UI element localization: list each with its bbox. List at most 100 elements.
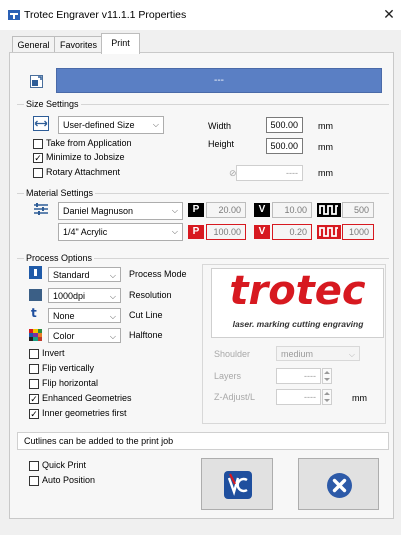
zadjust-spinner bbox=[322, 389, 332, 405]
chevron-down-icon: ⌵ bbox=[152, 120, 159, 129]
window-title: Trotec Engraver v11.1.1 Properties bbox=[24, 9, 187, 21]
layers-label: Layers bbox=[214, 371, 242, 381]
minimize-to-jobsize-label: Minimize to Jobsize bbox=[46, 152, 125, 162]
frequency-red-icon bbox=[317, 225, 341, 239]
zadjust-input: ---- bbox=[276, 389, 321, 405]
tab-favorites[interactable]: Favorites bbox=[54, 36, 103, 53]
info-bar: Cutlines can be added to the print job bbox=[17, 432, 389, 450]
size-mode-select[interactable]: User-defined Size ⌵ bbox=[58, 116, 164, 134]
power-badge-red-icon: P bbox=[188, 225, 204, 239]
chevron-down-icon: ⌵ bbox=[109, 312, 116, 321]
frequency-icon bbox=[317, 203, 341, 217]
inner-geometries-first-label: Inner geometries first bbox=[42, 408, 127, 418]
rotary-unit: mm bbox=[318, 168, 333, 178]
flip-horizontal-label: Flip horizontal bbox=[42, 378, 99, 388]
velocity-field: 10.00 bbox=[272, 202, 312, 218]
velocity-badge-icon: V bbox=[254, 203, 270, 217]
shoulder-value: medium bbox=[281, 349, 314, 359]
close-icon[interactable]: ✕ bbox=[382, 6, 396, 23]
zadjust-label: Z-Adjust/L bbox=[214, 392, 256, 402]
power-field-2: 100.00 bbox=[206, 224, 246, 240]
quick-print-checkbox[interactable] bbox=[29, 461, 39, 471]
chevron-down-icon: ⌵ bbox=[109, 332, 116, 341]
trotec-logo: trotec laser. marking cutting engraving bbox=[211, 268, 384, 338]
flip-horizontal-checkbox[interactable] bbox=[29, 379, 39, 389]
info-message: Cutlines can be added to the print job bbox=[24, 436, 174, 446]
halftone-icon bbox=[29, 329, 42, 341]
jobname-field[interactable]: --- bbox=[56, 68, 382, 93]
material-settings-title: Material Settings bbox=[24, 188, 96, 198]
height-input[interactable]: 500.00 bbox=[266, 138, 303, 154]
cutline-label: Cut Line bbox=[129, 310, 163, 320]
width-unit: mm bbox=[318, 121, 333, 131]
resolution-icon bbox=[29, 289, 42, 301]
cutline-select[interactable]: None ⌵ bbox=[48, 308, 121, 323]
resolution-value: 1000dpi bbox=[53, 291, 86, 301]
take-from-application-checkbox[interactable] bbox=[33, 139, 43, 149]
trotec-logo-tagline: laser. marking cutting engraving bbox=[232, 319, 364, 329]
flip-vertically-label: Flip vertically bbox=[42, 363, 95, 373]
cancel-icon bbox=[327, 473, 352, 498]
process-mode-label: Process Mode bbox=[129, 269, 187, 279]
material-settings-icon[interactable] bbox=[33, 202, 49, 216]
spinner-arrows-icon bbox=[324, 392, 330, 402]
quick-print-label: Quick Print bbox=[42, 460, 87, 470]
layers-spinner bbox=[322, 368, 332, 384]
width-label: Width bbox=[208, 121, 232, 131]
inner-geometries-first-checkbox[interactable]: ✓ bbox=[29, 409, 39, 419]
jobcontrol-icon bbox=[224, 471, 252, 499]
size-settings-title: Size Settings bbox=[24, 99, 81, 109]
enhanced-geometries-checkbox[interactable]: ✓ bbox=[29, 394, 39, 404]
jobname-value: --- bbox=[214, 75, 224, 86]
layers-input: ---- bbox=[276, 368, 321, 384]
size-mode-value: User-defined Size bbox=[63, 120, 135, 130]
process-mode-select[interactable]: Standard ⌵ bbox=[48, 267, 121, 282]
rotary-attachment-checkbox[interactable] bbox=[33, 168, 43, 178]
power-field: 20.00 bbox=[206, 202, 246, 218]
cutline-value: None bbox=[53, 311, 75, 321]
invert-checkbox[interactable] bbox=[29, 349, 39, 359]
width-input[interactable]: 500.00 bbox=[266, 117, 303, 133]
halftone-label: Halftone bbox=[129, 330, 163, 340]
power-badge-icon: P bbox=[188, 203, 204, 217]
enhanced-geometries-label: Enhanced Geometries bbox=[42, 393, 132, 403]
material-value: 1/4" Acrylic bbox=[63, 227, 108, 237]
cutline-icon: t bbox=[31, 306, 37, 320]
velocity-field-2: 0.20 bbox=[272, 224, 312, 240]
chevron-down-icon: ⌵ bbox=[171, 227, 178, 236]
material-group-select[interactable]: Daniel Magnuson ⌵ bbox=[58, 202, 183, 220]
height-unit: mm bbox=[318, 142, 333, 152]
chevron-down-icon: ⌵ bbox=[109, 271, 116, 280]
jobcontrol-print-button[interactable] bbox=[201, 458, 273, 510]
tab-general[interactable]: General bbox=[12, 36, 55, 53]
velocity-badge-red-icon: V bbox=[254, 225, 270, 239]
chevron-down-icon: ⌵ bbox=[348, 350, 355, 359]
chevron-down-icon: ⌵ bbox=[109, 292, 116, 301]
trotec-logo-wordmark: trotec bbox=[229, 268, 366, 314]
chevron-down-icon: ⌵ bbox=[171, 206, 178, 215]
rotary-attachment-label: Rotary Attachment bbox=[46, 167, 121, 177]
rotary-diameter-input: ---- bbox=[236, 165, 303, 181]
resolution-label: Resolution bbox=[129, 290, 172, 300]
shoulder-select: medium ⌵ bbox=[276, 346, 360, 361]
frequency-field-2: 1000 bbox=[342, 224, 374, 240]
process-mode-value: Standard bbox=[53, 270, 90, 280]
shoulder-label: Shoulder bbox=[214, 349, 251, 359]
size-icon bbox=[33, 116, 49, 131]
cancel-button[interactable] bbox=[298, 458, 379, 510]
zadjust-unit: mm bbox=[352, 393, 367, 403]
height-label: Height bbox=[208, 139, 235, 149]
material-select[interactable]: 1/4" Acrylic ⌵ bbox=[58, 223, 183, 241]
edit-job-icon[interactable] bbox=[30, 75, 43, 88]
auto-position-checkbox[interactable] bbox=[29, 476, 39, 486]
process-options-title: Process Options bbox=[24, 253, 95, 263]
flip-vertically-checkbox[interactable] bbox=[29, 364, 39, 374]
title-bar: Trotec Engraver v11.1.1 Properties ✕ bbox=[0, 0, 401, 30]
auto-position-label: Auto Position bbox=[42, 475, 96, 485]
tab-print[interactable]: Print bbox=[101, 33, 140, 54]
trotec-app-icon bbox=[8, 10, 20, 20]
take-from-application-label: Take from Application bbox=[46, 138, 132, 148]
halftone-select[interactable]: Color ⌵ bbox=[48, 328, 121, 343]
minimize-to-jobsize-checkbox[interactable]: ✓ bbox=[33, 153, 43, 163]
resolution-select[interactable]: 1000dpi ⌵ bbox=[48, 288, 121, 303]
